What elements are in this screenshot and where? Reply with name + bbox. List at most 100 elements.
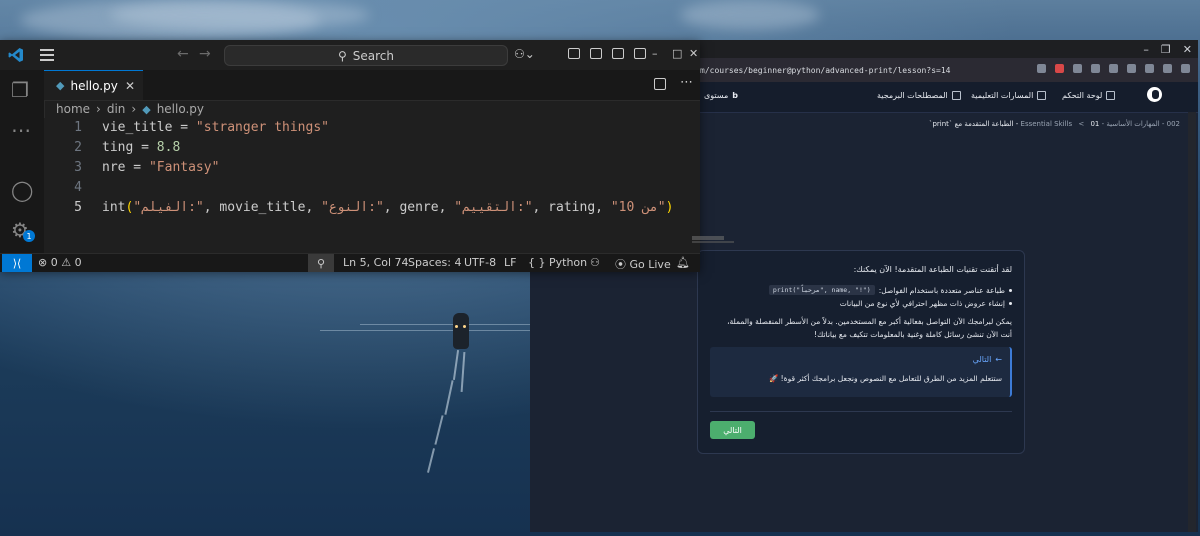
minimize-icon[interactable]: –: [652, 47, 658, 60]
minimize-icon[interactable]: –: [1143, 43, 1149, 56]
chevron-right-icon: ›: [96, 102, 101, 116]
zoom-icon[interactable]: ⚲: [308, 254, 334, 272]
tab-label: hello.py: [70, 78, 118, 93]
notifications-bell-icon[interactable]: 🔔︎: [676, 256, 690, 269]
maximize-icon[interactable]: ❐: [1161, 43, 1171, 56]
share-icon[interactable]: [1037, 64, 1046, 73]
indentation[interactable]: Spaces: 4: [408, 256, 461, 269]
activity-bar: ❐ ⋯ ◯ ⚙: [0, 70, 45, 253]
copilot-status-icon[interactable]: ⚇: [590, 256, 600, 269]
url-text[interactable]: m/courses/beginner@python/advanced-print…: [700, 66, 950, 75]
line-number: 3: [74, 160, 82, 175]
code-line[interactable]: 4: [44, 178, 644, 198]
code-line[interactable]: 5 int("الفيلم:", movie_title, "النوع:", g…: [44, 198, 673, 218]
list-item: طباعة عناصر متعددة باستخدام الفواصل: pri…: [768, 285, 1012, 295]
hamburger-menu-icon[interactable]: [40, 49, 54, 64]
go-live-button[interactable]: ⦿ Go Live: [615, 256, 671, 272]
close-icon[interactable]: ✕: [1183, 43, 1192, 56]
book-icon: [951, 91, 961, 100]
nav-level[interactable]: مستوى b: [704, 91, 738, 100]
next-button[interactable]: التالي: [710, 421, 755, 439]
vscode-window: ← → ⚲ Search ⚇⌄ – □ ✕ ❐ ⋯ ◯ ⚙ 1 ◆ hello.…: [0, 40, 734, 272]
vscode-titlebar: ← → ⚲ Search ⚇⌄ – □ ✕: [0, 40, 700, 70]
extension-icon[interactable]: [1091, 64, 1100, 73]
menu-icon[interactable]: [1181, 64, 1190, 73]
extension-icon[interactable]: [1127, 64, 1136, 73]
line-number: 4: [74, 180, 82, 195]
split-editor-icon[interactable]: [654, 78, 666, 90]
python-file-icon: ◆: [142, 102, 151, 116]
extension-icon[interactable]: [1073, 64, 1082, 73]
command-center-search[interactable]: ⚲ Search: [224, 45, 508, 66]
line-number: 2: [74, 140, 82, 155]
code-text: int("الفيلم:", movie_title, "النوع:", ge…: [102, 200, 674, 215]
browser-scrollbar[interactable]: [1188, 112, 1196, 532]
more-actions-icon[interactable]: ⋯: [680, 75, 693, 90]
toggle-secondary-sidebar-icon[interactable]: [590, 48, 602, 59]
extension-icon[interactable]: [1109, 64, 1118, 73]
python-file-icon: ◆: [56, 79, 65, 92]
toggle-primary-sidebar-icon[interactable]: [568, 48, 580, 59]
site-logo[interactable]: [1147, 87, 1162, 102]
code-text: ting = 8.8: [102, 140, 181, 155]
code-line[interactable]: 3 nre = "Fantasy": [44, 158, 644, 178]
breadcrumb-lesson: 01 - الطباعة المتقدمة مع `print`: [928, 120, 1100, 128]
copilot-icon[interactable]: ⚇⌄: [514, 47, 535, 61]
status-bar: ⟩⟨ ⊗ 0 ⚠ 0 ⚲ Ln 5, Col 74 Spaces: 4 UTF-…: [0, 253, 700, 272]
code-line[interactable]: 1 vie_title = "stranger things": [44, 118, 644, 138]
toggle-panel-icon[interactable]: [612, 48, 624, 59]
vscode-logo-icon: [8, 48, 23, 62]
breadcrumb-item[interactable]: din: [107, 102, 126, 116]
breadcrumb-separator: <: [1078, 120, 1085, 128]
language-mode[interactable]: { } Python: [528, 256, 587, 269]
breadcrumb: home › din › ◆ hello.py: [56, 100, 204, 118]
nav-dashboard[interactable]: لوحة التحكم: [1062, 91, 1116, 100]
line-ending[interactable]: LF: [504, 256, 516, 269]
line-number: 1: [74, 120, 82, 135]
divider: [710, 411, 1012, 412]
settings-update-badge: 1: [23, 230, 35, 242]
editor-tabbar: ◆ hello.py ✕ ⋯: [44, 70, 700, 101]
code-line[interactable]: 2 ting = 8.8: [44, 138, 644, 158]
forward-arrow-icon[interactable]: →: [199, 46, 211, 62]
code-editor[interactable]: 1 vie_title = "stranger things" 2 ting = 8.…: [44, 118, 734, 253]
lesson-summary-card: لقد أتقنت تقنيات الطباعة المتقدمة! الآن …: [697, 250, 1025, 454]
list-item: إنشاء عروض ذات مظهر احترافي لأي نوع من ا…: [840, 299, 1012, 308]
next-callout: ← التالي ستتعلم المزيد من الطرق للتعامل م…: [710, 347, 1012, 397]
problems-indicator[interactable]: ⊗ 0 ⚠ 0: [38, 256, 82, 269]
maximize-icon[interactable]: □: [672, 47, 682, 60]
card-paragraph: يمكن لبرامجك الآن التواصل بفعالية أكبر م…: [727, 317, 1012, 339]
account-icon[interactable]: ◯: [11, 180, 33, 200]
cursor-position[interactable]: Ln 5, Col 74: [343, 256, 409, 269]
wallet-icon[interactable]: [1163, 64, 1172, 73]
customize-layout-icon[interactable]: [634, 48, 646, 59]
encoding[interactable]: UTF-8: [464, 256, 496, 269]
error-icon: ⊗: [38, 256, 48, 269]
close-icon[interactable]: ✕: [125, 79, 135, 93]
search-icon: ⚲: [337, 48, 347, 63]
close-icon[interactable]: ✕: [689, 47, 698, 60]
more-icon[interactable]: ⋯: [11, 120, 31, 140]
breadcrumb-item[interactable]: hello.py: [157, 102, 204, 116]
back-arrow-icon[interactable]: ←: [177, 46, 189, 62]
boat: [453, 313, 469, 349]
explorer-icon[interactable]: ❐: [11, 80, 29, 100]
arrow-left-icon: ←: [995, 355, 1002, 364]
tab-hello-py[interactable]: ◆ hello.py ✕: [44, 70, 143, 100]
card-intro: لقد أتقنت تقنيات الطباعة المتقدمة! الآن …: [853, 265, 1012, 274]
nav-paths[interactable]: المسارات التعليمية: [971, 91, 1047, 100]
dashboard-icon: [1106, 91, 1116, 100]
breadcrumb-item[interactable]: home: [56, 102, 90, 116]
chevron-right-icon: ›: [131, 102, 137, 116]
code-snippet: print("مرحباً", name, "!"): [768, 285, 875, 295]
line-number: 5: [74, 200, 82, 215]
minimap[interactable]: [692, 236, 724, 240]
nav-glossary[interactable]: المصطلحات البرمجية: [877, 91, 961, 100]
lesson-breadcrumb: 002 - المهارات الأساسية - Essential Skil…: [929, 120, 1180, 128]
breadcrumb-course[interactable]: 002 - المهارات الأساسية - Essential Skil…: [1021, 120, 1180, 128]
warning-icon: ⚠: [61, 256, 72, 269]
remote-indicator-icon[interactable]: ⟩⟨: [2, 254, 32, 272]
sidebar-icon[interactable]: [1145, 64, 1154, 73]
map-icon: [1037, 91, 1047, 100]
brave-shield-icon[interactable]: [1055, 64, 1064, 73]
